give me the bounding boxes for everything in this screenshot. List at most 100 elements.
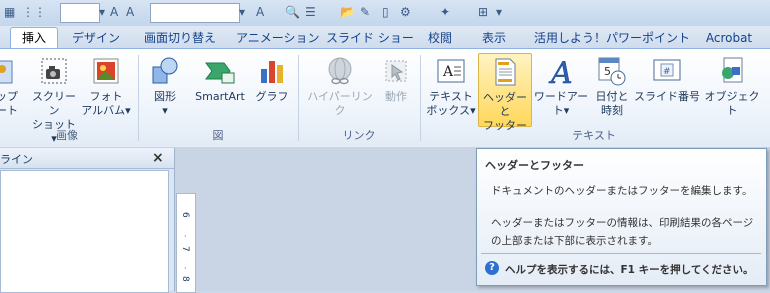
screenshot-label: スクリーン bbox=[32, 90, 76, 117]
slide-number-icon: # bbox=[653, 59, 681, 81]
chart-label: グラフ bbox=[255, 90, 289, 103]
tooltip-detail: の上部または下部に表示されます。 bbox=[491, 235, 658, 247]
chevron-down-icon[interactable]: ▾ bbox=[99, 4, 105, 20]
ruler-mark: 6 bbox=[180, 212, 190, 218]
tooltip-title: ヘッダーとフッター bbox=[485, 159, 584, 172]
slide-number-label: スライド番号 bbox=[634, 90, 700, 103]
photo-album-button[interactable]: フォト アルバム▾ bbox=[80, 55, 132, 118]
group-separator bbox=[138, 55, 139, 141]
ruler-tick: · bbox=[184, 232, 187, 241]
svg-text:5: 5 bbox=[604, 65, 611, 78]
outline-content[interactable] bbox=[0, 170, 169, 293]
paste-icon[interactable]: ▦ bbox=[4, 4, 15, 20]
preview-icon[interactable]: 🔍 bbox=[285, 4, 300, 20]
object-button[interactable]: オブジェクト bbox=[702, 55, 762, 118]
tab-insert[interactable]: 挿入 bbox=[10, 27, 58, 50]
shapes-button[interactable]: 図形 ▾ bbox=[146, 55, 184, 118]
font-name-field[interactable] bbox=[60, 3, 100, 23]
photo-album-label: アルバム bbox=[81, 104, 126, 117]
chart-button[interactable]: グラフ bbox=[254, 55, 290, 104]
date-time-button[interactable]: 5 日付と 時刻 bbox=[592, 55, 632, 118]
list-icon[interactable]: ☰ bbox=[305, 4, 316, 20]
tab-transitions[interactable]: 画面切り替え bbox=[138, 28, 222, 48]
textbox-icon: A bbox=[437, 59, 465, 83]
quick-access-toolbar: ▦ ⋮⋮ ▾ A A ▾ A 🔍 ☰ 📂 ✎ ▯ ⚙ ✦ ⊞ ▾ bbox=[0, 0, 770, 27]
ruler-mark: 7 bbox=[180, 246, 190, 252]
settings-icon[interactable]: ⚙ bbox=[400, 4, 411, 20]
vertical-ruler: 6 · 7 · 8 bbox=[176, 193, 196, 293]
group-separator bbox=[420, 55, 421, 141]
tab-acrobat[interactable]: Acrobat bbox=[700, 28, 758, 48]
table-icon[interactable]: ⊞ bbox=[478, 4, 488, 20]
open-folder-icon[interactable]: 📂 bbox=[340, 4, 355, 20]
header-footer-tooltip: ヘッダーとフッター ドキュメントのヘッダーまたはフッターを編集します。 ヘッダー… bbox=[476, 148, 767, 286]
header-footer-icon bbox=[495, 58, 516, 86]
new-document-icon[interactable]: ▯ bbox=[382, 4, 389, 20]
date-time-label: 時刻 bbox=[601, 104, 623, 117]
date-time-label: 日付と bbox=[595, 90, 629, 103]
close-icon[interactable]: × bbox=[152, 150, 164, 166]
object-label: オブジェクト bbox=[704, 90, 760, 117]
shapes-icon bbox=[152, 57, 178, 84]
clipart-label: ップ bbox=[0, 90, 18, 103]
hyperlink-icon bbox=[328, 57, 352, 85]
edit-icon[interactable]: ✎ bbox=[360, 4, 370, 20]
chart-icon bbox=[261, 61, 283, 83]
draw-icon[interactable]: ✦ bbox=[440, 4, 450, 20]
header-footer-button[interactable]: ヘッダーと フッター bbox=[478, 53, 532, 132]
ribbon-tabs: 挿入 デザイン 画面切り替え アニメーション スライド ショー 校閲 表示 活用… bbox=[0, 26, 770, 50]
photo-album-label: フォト bbox=[89, 90, 123, 103]
tooltip-detail: ヘッダーまたはフッターの情報は、印刷結果の各ページ bbox=[491, 217, 754, 229]
calendar-clock-icon: 5 bbox=[598, 57, 626, 86]
font-size-field[interactable] bbox=[150, 3, 240, 23]
tab-powerpoint-tips[interactable]: 活用しよう！パワーポイント bbox=[534, 28, 690, 48]
wordart-button[interactable]: A ワードアート▾ bbox=[532, 55, 590, 118]
smartart-button[interactable]: SmartArt bbox=[190, 55, 250, 104]
outline-panel: ライン × bbox=[0, 148, 175, 293]
action-button[interactable]: 動作 bbox=[378, 55, 414, 104]
smartart-icon bbox=[205, 62, 235, 84]
font-shrink-icon[interactable]: A bbox=[126, 4, 134, 20]
ruler-tick: · bbox=[184, 264, 187, 273]
wordart-label: ワードアート bbox=[533, 90, 589, 117]
textbox-label: ボックス bbox=[426, 104, 471, 117]
dotted-icon[interactable]: ⋮⋮ bbox=[22, 4, 46, 20]
customize-qat-icon[interactable]: ▾ bbox=[496, 4, 502, 20]
tooltip-help-text: ヘルプを表示するには、F1 キーを押してください。 bbox=[505, 264, 754, 276]
tab-animations[interactable]: アニメーション bbox=[236, 28, 320, 48]
ruler-mark: 8 bbox=[180, 276, 190, 282]
smartart-label: SmartArt bbox=[195, 90, 245, 103]
clipart-label: ート bbox=[0, 104, 18, 117]
group-label-image: 画像 bbox=[56, 129, 78, 142]
chevron-down-icon[interactable]: ▾ bbox=[239, 4, 245, 20]
textbox-button[interactable]: A テキスト ボックス▾ bbox=[426, 55, 476, 118]
svg-text:A: A bbox=[548, 56, 573, 87]
svg-text:#: # bbox=[663, 67, 671, 77]
chevron-down-icon: ▾ bbox=[162, 104, 168, 117]
clipart-icon bbox=[0, 60, 13, 84]
action-icon bbox=[385, 60, 407, 82]
font-color-icon[interactable]: A bbox=[256, 4, 264, 20]
help-icon: ? bbox=[485, 261, 499, 275]
tab-view[interactable]: 表示 bbox=[476, 28, 512, 48]
photo-album-icon bbox=[93, 58, 119, 84]
header-footer-label: ヘッダーと bbox=[483, 91, 527, 118]
object-icon bbox=[722, 57, 743, 83]
hyperlink-button[interactable]: ハイパーリンク bbox=[304, 55, 376, 118]
tab-design[interactable]: デザイン bbox=[68, 28, 124, 48]
tooltip-divider bbox=[481, 253, 761, 254]
chevron-down-icon: ▾ bbox=[125, 104, 131, 117]
svg-text:A: A bbox=[442, 64, 454, 80]
hyperlink-label: ハイパーリンク bbox=[307, 90, 373, 117]
group-label-figure: 図 bbox=[212, 129, 224, 142]
chevron-down-icon: ▾ bbox=[563, 104, 570, 117]
group-label-link: リンク bbox=[342, 129, 376, 142]
shapes-label: 図形 bbox=[154, 90, 176, 103]
font-grow-icon[interactable]: A bbox=[110, 4, 118, 20]
clipart-button[interactable]: ップ ート bbox=[0, 55, 18, 118]
slide-number-button[interactable]: # スライド番号 bbox=[634, 55, 700, 104]
tab-review[interactable]: 校閲 bbox=[422, 28, 458, 48]
tab-slideshow[interactable]: スライド ショー bbox=[326, 28, 414, 48]
outline-panel-header: ライン × bbox=[0, 148, 174, 169]
outline-tab[interactable]: ライン bbox=[0, 151, 33, 167]
